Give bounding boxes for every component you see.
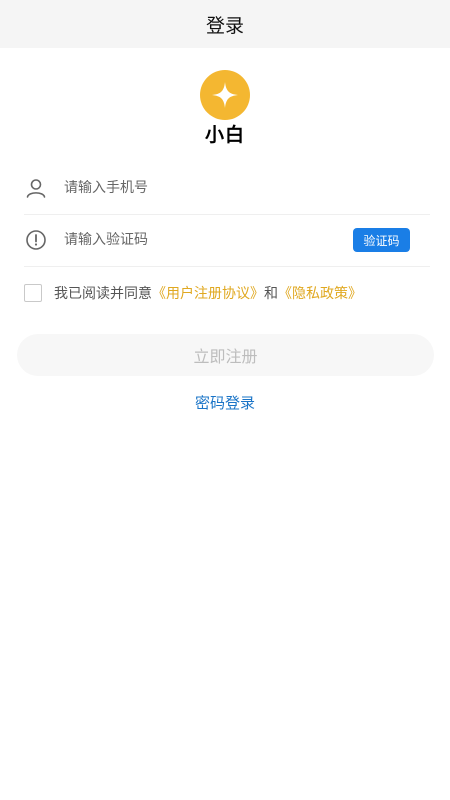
- phone-row: [24, 162, 430, 215]
- app-name: 小白: [204, 124, 245, 146]
- sparkle-logo-icon: [200, 70, 250, 120]
- agreement-checkbox[interactable]: [24, 284, 42, 302]
- agreement-and: 和: [264, 286, 278, 302]
- app-logo: 小白: [0, 70, 450, 147]
- password-login-link[interactable]: 密码登录: [0, 392, 450, 413]
- alert-circle-icon: [24, 228, 48, 252]
- agreement-prefix: 我已阅读并同意: [54, 286, 152, 302]
- code-input[interactable]: [64, 232, 353, 248]
- register-button[interactable]: 立即注册: [17, 334, 434, 376]
- phone-input[interactable]: [64, 180, 430, 196]
- code-row: 验证码: [24, 214, 430, 267]
- page-title: 登录: [205, 14, 244, 37]
- user-agreement-link[interactable]: 《用户注册协议》: [152, 283, 264, 303]
- privacy-policy-link[interactable]: 《隐私政策》: [278, 283, 362, 303]
- get-code-button[interactable]: 验证码: [353, 228, 410, 252]
- agreement-row: 我已阅读并同意 《用户注册协议》 和 《隐私政策》: [24, 282, 362, 304]
- user-icon: [24, 176, 48, 200]
- header-bar: 登录: [0, 0, 450, 48]
- login-page: 登录 小白 验证码 我已阅读并同意: [0, 0, 450, 800]
